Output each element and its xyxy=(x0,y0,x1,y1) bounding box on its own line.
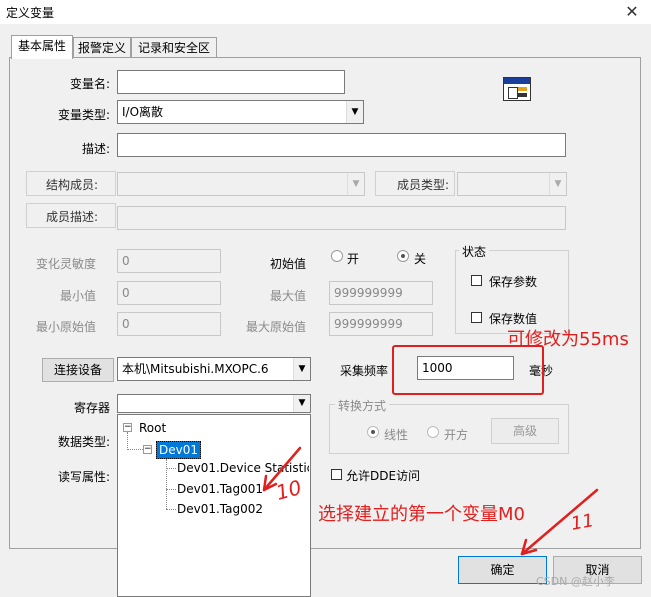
watermark: CSDN @赵小李 xyxy=(536,575,615,588)
annotation-arrows xyxy=(262,446,599,556)
arrow-to-ok xyxy=(520,488,599,556)
tab-basic-properties[interactable]: 基本属性 xyxy=(11,35,73,59)
arrow-to-tag001 xyxy=(262,446,302,492)
